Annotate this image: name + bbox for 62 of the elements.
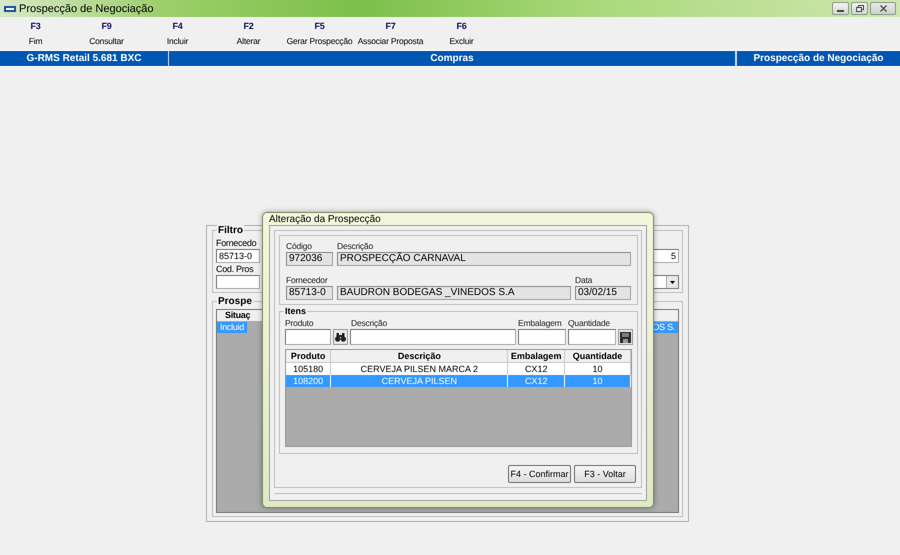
module-title: Compras xyxy=(169,51,736,66)
input-field[interactable]: BAUDRON BODEGAS _VINEDOS S.A xyxy=(337,286,571,300)
field-label: Quantidade xyxy=(568,318,610,328)
dropdown-arrow-icon xyxy=(670,280,675,284)
app-version: G-RMS Retail 5.681 BXC xyxy=(0,51,169,66)
screen-title: Prospecção de Negociação xyxy=(736,51,900,66)
search-button[interactable] xyxy=(333,329,348,345)
field-label: Data xyxy=(575,275,592,285)
table-row[interactable]: 105180 CERVEJA PILSEN MARCA 2 CX12 10 xyxy=(286,362,630,375)
close-button[interactable] xyxy=(870,2,896,15)
restore-icon xyxy=(856,5,864,12)
binoculars-icon xyxy=(335,332,346,342)
field-label: Fornecedo xyxy=(216,238,258,248)
table-cell: 10 xyxy=(564,375,630,387)
field-label: Cod. Pros xyxy=(216,264,254,274)
dialog-button[interactable]: F3 - Voltar xyxy=(574,465,636,483)
dialog-button[interactable]: F4 - Confirmar xyxy=(508,465,571,483)
toolbar-button[interactable]: F2 Alterar xyxy=(213,21,284,46)
save-button[interactable] xyxy=(618,329,633,345)
field-label: Fornecedor xyxy=(286,275,328,285)
app-icon xyxy=(4,4,16,12)
column-header: Descrição xyxy=(330,350,508,362)
toolbar-button[interactable]: F7 Associar Proposta xyxy=(355,21,426,46)
column-header: Produto xyxy=(286,350,331,362)
field-label: Produto xyxy=(285,318,314,328)
input-field[interactable] xyxy=(216,275,260,289)
toolbar-button[interactable]: F3 Fim xyxy=(0,21,71,46)
toolbar-button[interactable]: F4 Incluir xyxy=(142,21,213,46)
table-cell: CX12 xyxy=(508,362,565,375)
column-header: Embalagem xyxy=(508,350,565,362)
input-field[interactable] xyxy=(350,329,516,345)
field-label: Descrição xyxy=(350,318,387,328)
group-title: Itens xyxy=(284,306,308,316)
toolbar-button[interactable]: F5 Gerar Prospecção xyxy=(284,21,355,46)
field-label: Descrição xyxy=(337,241,373,251)
toolbar-button[interactable]: F6 Excluir xyxy=(426,21,497,46)
input-field[interactable]: 85713-0 xyxy=(286,286,333,300)
group-title: Prospe xyxy=(217,296,253,307)
column-header: Quantidade xyxy=(564,350,630,362)
field-label: Código xyxy=(286,241,312,251)
minimize-button[interactable] xyxy=(832,2,849,15)
window-title: Prospecção de Negociação xyxy=(19,2,155,14)
toolbar-button[interactable]: F9 Consultar xyxy=(71,21,142,46)
table-cell: 10 xyxy=(564,362,630,375)
input-field[interactable]: 03/02/15 xyxy=(575,286,631,300)
table-cell: CX12 xyxy=(508,375,565,387)
input-field[interactable]: 972036 xyxy=(286,252,333,266)
dialog-title: Alteração da Prospecção xyxy=(269,214,381,224)
restore-button[interactable] xyxy=(851,2,868,15)
input-field[interactable]: PROSPECÇÃO CARNAVAL xyxy=(337,252,631,266)
table-cell: CERVEJA PILSEN xyxy=(330,375,508,387)
table-cell: CERVEJA PILSEN MARCA 2 xyxy=(330,362,508,375)
input-field[interactable] xyxy=(518,329,566,345)
group-title: Filtro xyxy=(217,225,244,236)
input-field[interactable] xyxy=(285,329,331,345)
table-cell: 105180 xyxy=(286,362,331,375)
column-header: Situaç xyxy=(224,310,252,321)
table-cell: 108200 xyxy=(286,375,331,387)
field-label: Embalagem xyxy=(518,318,562,328)
input-field[interactable]: 85713-0 xyxy=(216,249,260,263)
close-icon xyxy=(880,5,886,12)
input-field[interactable] xyxy=(568,329,616,345)
